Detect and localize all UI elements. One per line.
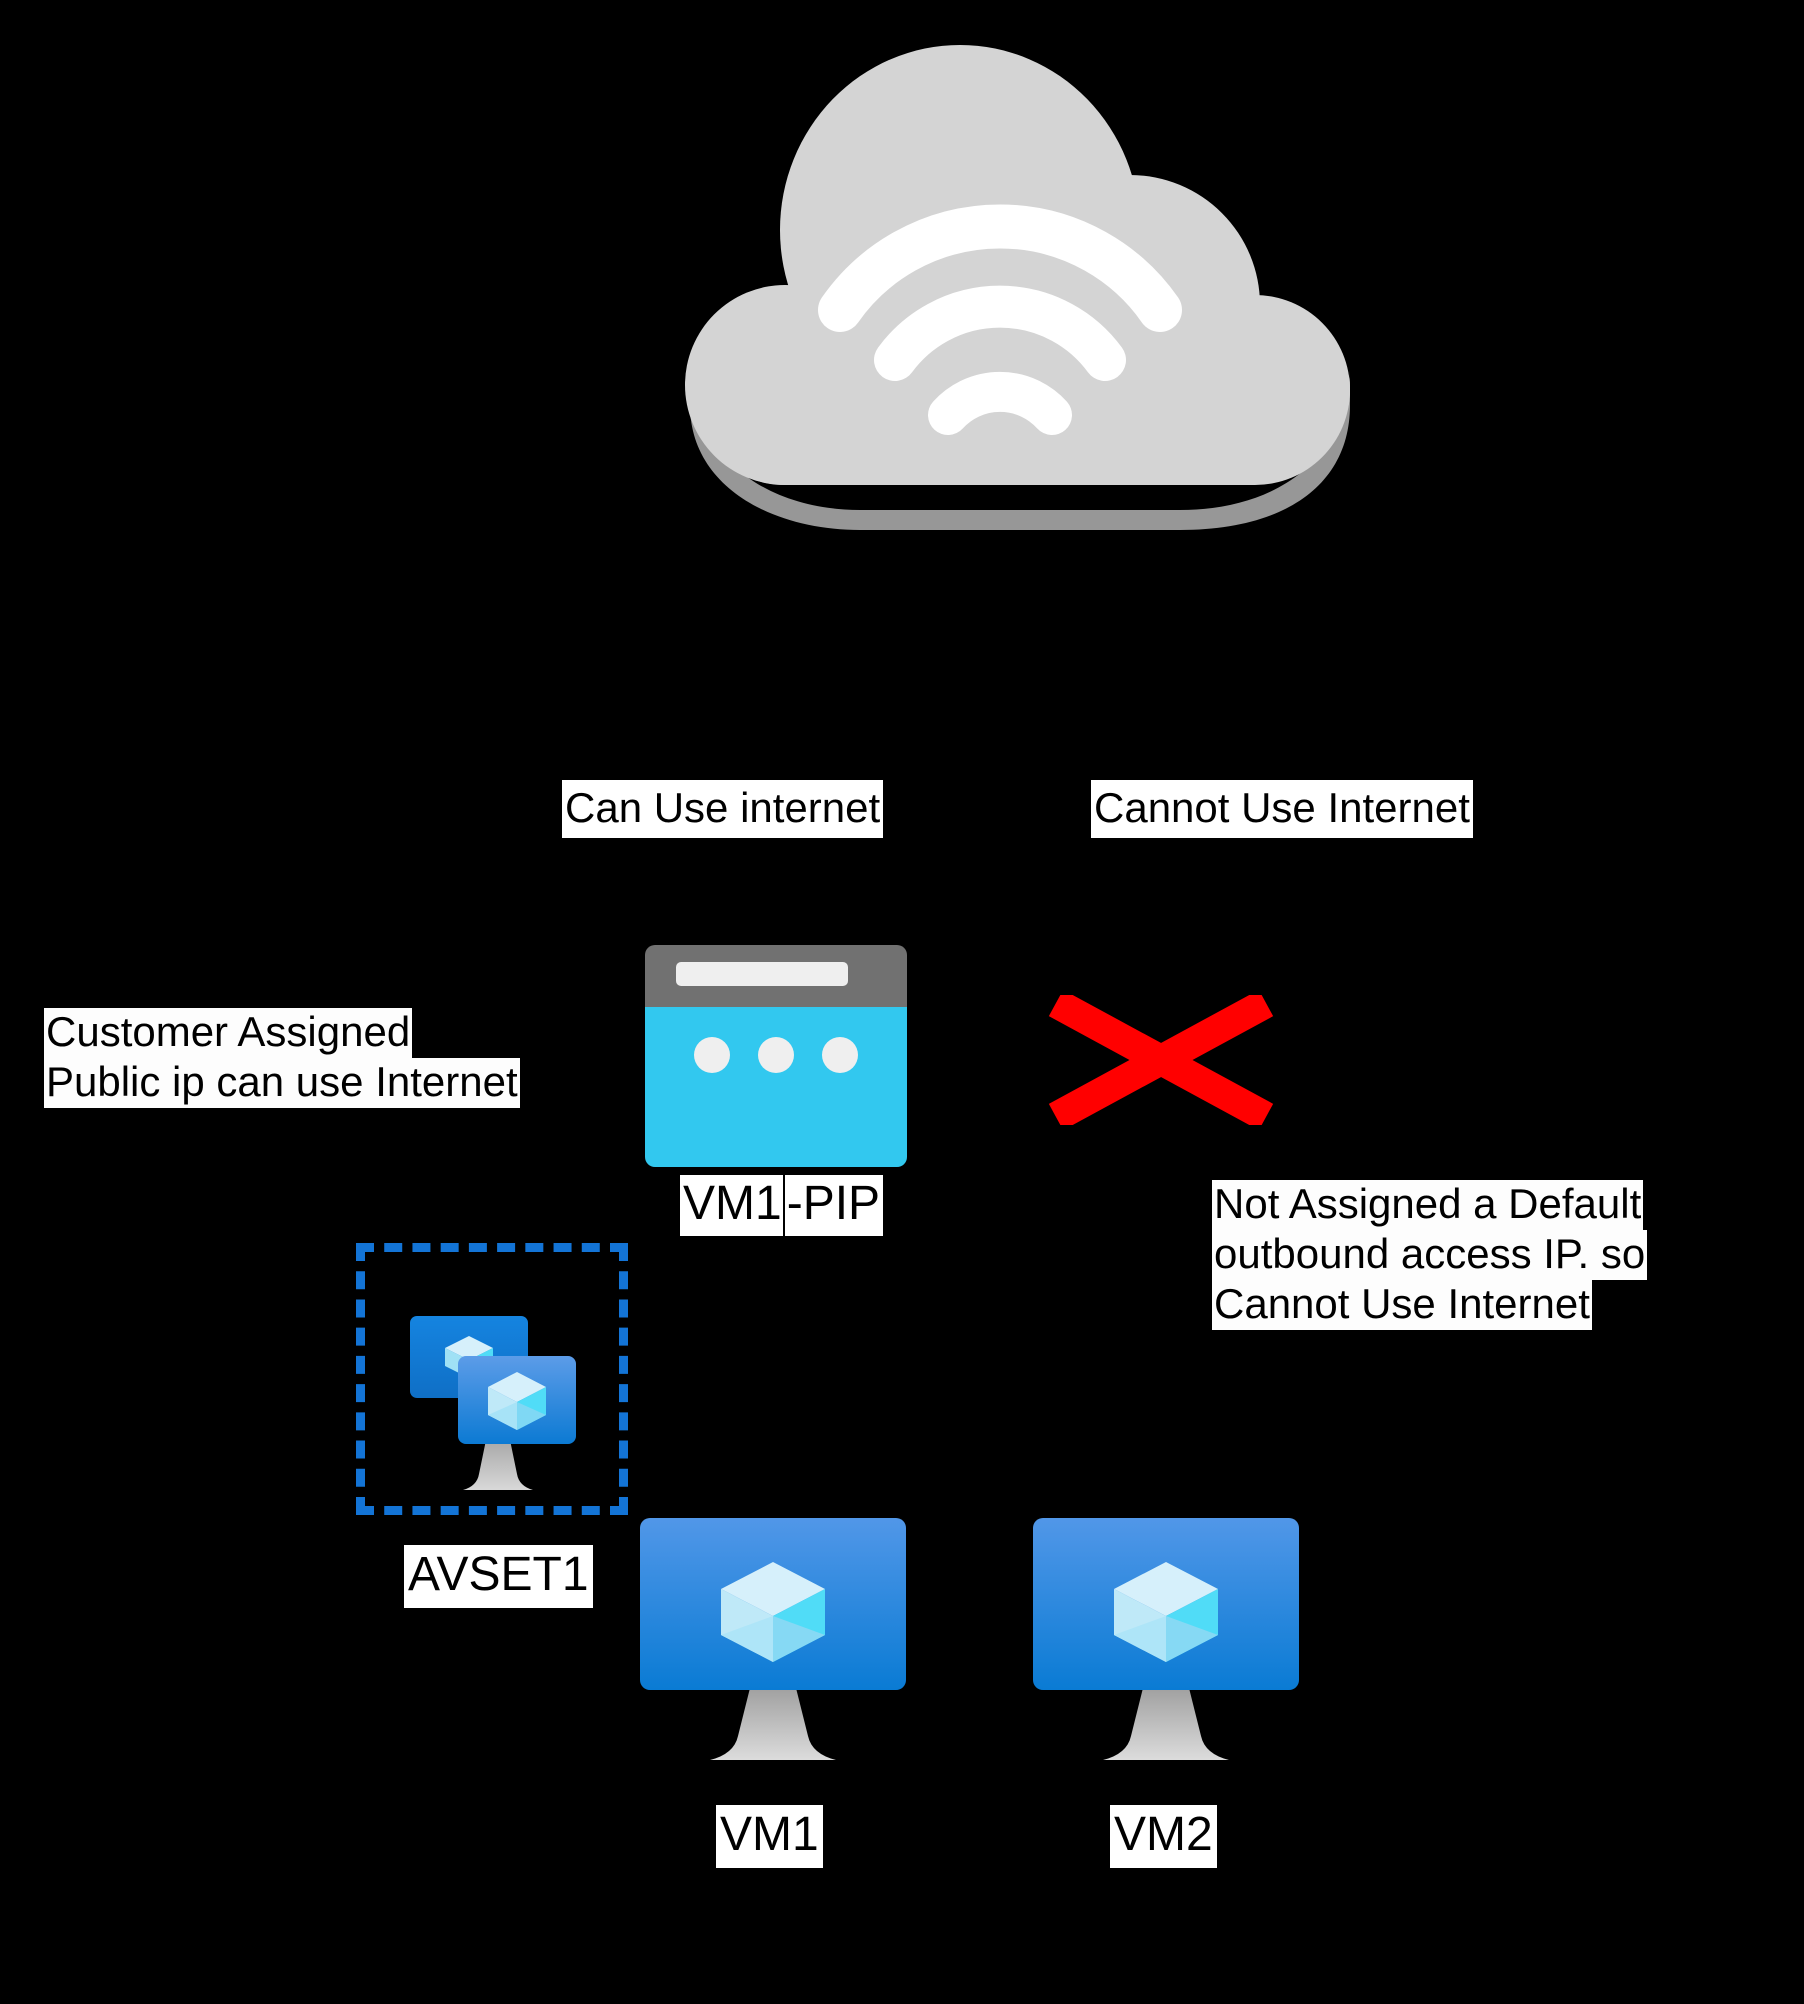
label-vm1-pip-part2: -PIP bbox=[784, 1175, 884, 1236]
vm2-stand bbox=[1103, 1688, 1229, 1760]
availability-set-svg bbox=[410, 1316, 576, 1490]
availability-set-icon[interactable] bbox=[388, 1288, 608, 1513]
note-line-2: Public ip can use Internet bbox=[44, 1058, 520, 1108]
cloud-body bbox=[685, 45, 1350, 485]
label-vm1-pip: VM1 -PIP bbox=[680, 1175, 884, 1236]
vm1-stand bbox=[710, 1688, 836, 1760]
red-x-icon bbox=[1046, 989, 1276, 1131]
virtual-machine-icon-vm1[interactable] bbox=[632, 1510, 914, 1785]
avset-stand bbox=[463, 1440, 533, 1490]
note-line-3: Cannot Use Internet bbox=[1212, 1280, 1592, 1330]
public-ip-address-field bbox=[676, 962, 848, 986]
label-vm1-pip-part1: VM1 bbox=[680, 1175, 783, 1236]
note-no-default-outbound-ip: Not Assigned a Default outbound access I… bbox=[1212, 1180, 1648, 1330]
public-ip-dot-2 bbox=[758, 1037, 794, 1073]
internet-cloud-icon bbox=[660, 30, 1360, 530]
label-avset1: AVSET1 bbox=[404, 1545, 593, 1608]
note-customer-assigned-public-ip: Customer Assigned Public ip can use Inte… bbox=[44, 1008, 520, 1108]
note-line-2: outbound access IP. so bbox=[1212, 1230, 1648, 1280]
diagram-canvas: Can Use internet Cannot Use Internet Cus… bbox=[0, 0, 1804, 2004]
note-line-1: Not Assigned a Default bbox=[1212, 1180, 1644, 1230]
wifi-arc-inner bbox=[928, 371, 1072, 435]
label-vm1: VM1 bbox=[716, 1805, 823, 1868]
label-can-use-internet: Can Use internet bbox=[562, 780, 884, 838]
label-cannot-use-internet: Cannot Use Internet bbox=[1091, 780, 1473, 838]
vm2-svg bbox=[1033, 1518, 1299, 1760]
public-ip-title-bar bbox=[645, 945, 907, 1007]
vm1-svg bbox=[640, 1518, 906, 1760]
cloud-wifi-svg bbox=[685, 45, 1350, 530]
public-ip-icon[interactable] bbox=[645, 945, 907, 1167]
virtual-machine-icon-vm2[interactable] bbox=[1025, 1510, 1307, 1785]
label-vm2: VM2 bbox=[1110, 1805, 1217, 1868]
public-ip-dot-3 bbox=[822, 1037, 858, 1073]
note-line-1: Customer Assigned bbox=[44, 1008, 413, 1058]
public-ip-window-body bbox=[645, 1007, 907, 1167]
red-x-svg bbox=[1048, 989, 1274, 1131]
public-ip-dot-1 bbox=[694, 1037, 730, 1073]
